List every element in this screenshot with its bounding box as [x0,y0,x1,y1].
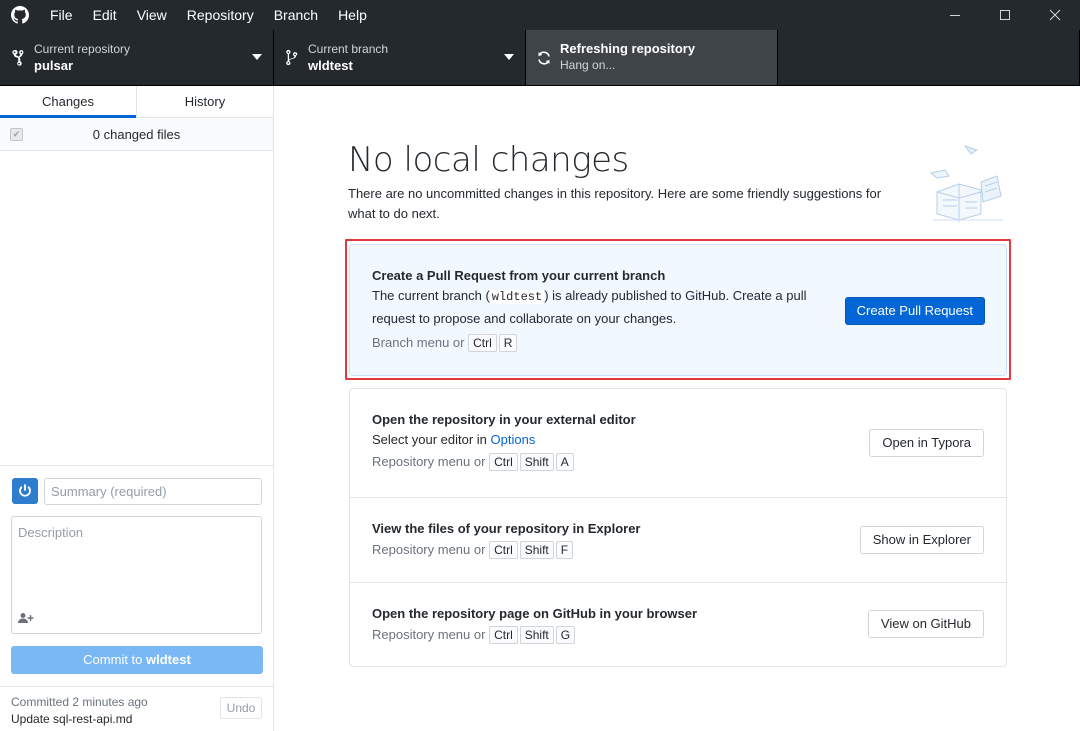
menu-view[interactable]: View [127,0,177,30]
commit-button-branch: wldtest [146,652,191,667]
toolbar: Current repository pulsar Current branch… [0,30,1080,86]
current-repository-label: Current repository [34,42,131,56]
refresh-repository-button[interactable]: Refreshing repository Hang on... [526,30,778,85]
toolbar-spacer [778,30,1080,85]
create-pull-request-button[interactable]: Create Pull Request [844,297,985,325]
tab-changes[interactable]: Changes [0,86,136,118]
refreshing-status: Hang on... [560,58,616,72]
tab-history[interactable]: History [136,86,273,117]
shortcut-prefix: Repository menu or [372,542,486,557]
key-g: G [555,626,576,644]
editor-desc-before: Select your editor in [372,432,491,447]
page-title: No local changes [348,140,629,180]
sidebar-tabs: Changes History [0,86,273,118]
key-shift: Shift [519,626,554,644]
menu-repository[interactable]: Repository [177,0,264,30]
pull-request-shortcut: Branch menu or Ctrl R [372,333,812,353]
avatar [12,478,38,504]
key-f: F [555,541,574,559]
refreshing-label: Refreshing repository [560,41,696,56]
page-subtitle: There are no uncommitted changes in this… [348,186,882,221]
shortcut-prefix: Branch menu or [372,335,465,350]
key-a: A [555,453,574,471]
maximize-icon[interactable] [980,0,1030,30]
explorer-title: View the files of your repository in Exp… [372,521,641,536]
key-ctrl: Ctrl [468,334,497,352]
menu-help[interactable]: Help [328,0,377,30]
shortcut-prefix: Repository menu or [372,454,486,469]
show-in-explorer-button[interactable]: Show in Explorer [859,526,984,554]
menu-bar: File Edit View Repository Branch Help [40,0,377,30]
editor-suggestion: Open the repository in your external edi… [350,389,1006,498]
changes-header: ✔ 0 changed files [0,118,273,151]
commit-summary-input[interactable] [44,478,262,505]
github-logo-icon [0,0,40,30]
editor-shortcut: Repository menu or Ctrl Shift A [372,452,636,472]
github-title: Open the repository page on GitHub in yo… [372,606,698,621]
changed-files-count: 0 changed files [92,126,181,142]
commit-button[interactable]: Commit to wldtest [11,646,263,674]
key-ctrl: Ctrl [489,626,518,644]
main-panel: No local changes There are no uncommitte… [275,86,1080,731]
pull-request-description: The current branch (wldtest) is already … [372,285,812,329]
window-controls [930,0,1080,30]
suggestions-group: Open the repository in your external edi… [349,388,1007,667]
pull-request-title: Create a Pull Request from your current … [372,268,666,283]
shortcut-prefix: Repository menu or [372,627,486,642]
minimize-icon[interactable] [930,0,980,30]
github-shortcut: Repository menu or Ctrl Shift G [372,625,697,645]
branch-icon [276,49,308,66]
key-ctrl: Ctrl [489,541,518,559]
menu-file[interactable]: File [40,0,83,30]
commit-button-prefix: Commit to [83,652,147,667]
current-branch-dropdown[interactable]: Current branch wldtest [274,30,526,85]
key-shift: Shift [519,541,554,559]
undo-button[interactable]: Undo [220,697,262,719]
branch-name-code: wldtest [489,290,545,304]
repo-icon [2,49,34,67]
pull-request-desc-before: The current branch ( [372,288,490,303]
explorer-shortcut: Repository menu or Ctrl Shift F [372,540,641,560]
menu-edit[interactable]: Edit [83,0,127,30]
close-icon[interactable] [1030,0,1080,30]
editor-description: Select your editor in Options [372,429,636,450]
key-r: R [498,334,518,352]
pull-request-card: Create a Pull Request from your current … [349,244,1007,376]
editor-title: Open the repository in your external edi… [372,412,636,427]
current-repository-dropdown[interactable]: Current repository pulsar [0,30,274,85]
sync-icon [528,50,560,66]
key-shift: Shift [519,453,554,471]
add-coauthor-icon[interactable] [18,612,34,627]
empty-state-illustration-icon [929,145,1003,222]
github-suggestion: Open the repository page on GitHub in yo… [350,583,1006,667]
explorer-suggestion: View the files of your repository in Exp… [350,498,1006,583]
caret-down-icon [252,54,262,60]
open-in-editor-button[interactable]: Open in Typora [869,429,984,457]
commit-description-input[interactable] [12,517,261,612]
options-link[interactable]: Options [491,432,536,447]
select-all-checkbox[interactable]: ✔ [10,128,23,141]
key-ctrl: Ctrl [489,453,518,471]
current-branch-name: wldtest [308,58,353,73]
commit-description-box [11,516,262,634]
current-repository-name: pulsar [34,58,74,73]
sidebar: Changes History ✔ 0 changed files Commit… [0,86,274,731]
current-branch-label: Current branch [308,42,389,56]
last-commit-summary: Committed 2 minutes ago Update sql-rest-… [0,686,273,731]
title-bar: File Edit View Repository Branch Help [0,0,1080,30]
view-on-github-button[interactable]: View on GitHub [867,610,984,638]
menu-branch[interactable]: Branch [264,0,328,30]
commit-area: Commit to wldtest Committed 2 minutes ag… [0,465,273,731]
caret-down-icon [504,54,514,60]
